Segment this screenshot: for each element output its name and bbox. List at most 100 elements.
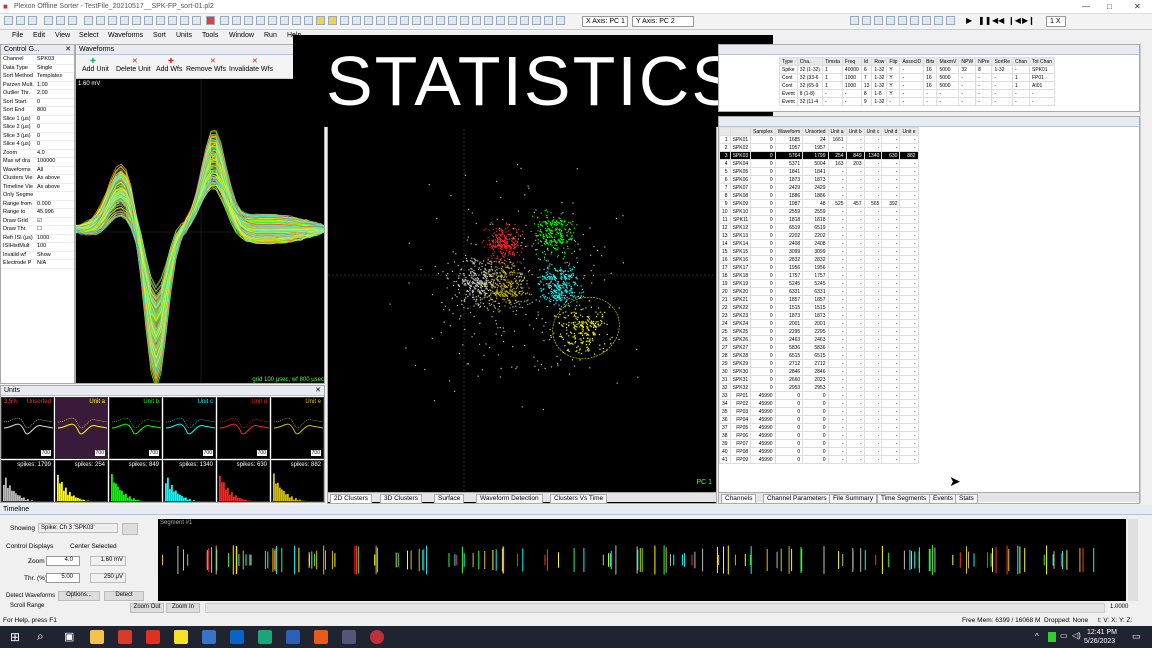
column-header[interactable]: Chan (1012, 57, 1030, 66)
table-row[interactable]: 12 SPK12 0 6519 6519- - - - - (719, 223, 919, 232)
tool-icon[interactable] (304, 16, 313, 25)
copy-icon[interactable] (56, 16, 65, 25)
tool-icon[interactable] (496, 16, 505, 25)
tool-icon[interactable] (156, 16, 165, 25)
tool-icon[interactable] (508, 16, 517, 25)
app-icon[interactable] (118, 630, 132, 644)
table-row[interactable]: 31 SPK31 0 2660 2023- - - - - (719, 375, 919, 384)
tray-chevron-icon[interactable]: ^ (1035, 632, 1039, 641)
table-row[interactable]: 39 FP07 45990 0 0- - - - - (719, 439, 919, 448)
app-icon[interactable] (342, 630, 356, 644)
column-header[interactable] (729, 127, 752, 136)
unit-waveform-cell[interactable]: Unit a 700 (55, 397, 108, 459)
word-icon[interactable] (286, 630, 300, 644)
table-row[interactable]: 17 SPK17 0 1956 1956- - - - - (719, 263, 919, 272)
tab-waveform-detection[interactable]: Waveform Detection (476, 494, 543, 503)
tool-icon[interactable] (280, 16, 289, 25)
outlook-icon[interactable] (230, 630, 244, 644)
nav-icon[interactable] (886, 16, 895, 25)
waveform-plot[interactable]: 1.60 mV grid 100 μsec, wf 800 μsec (76, 79, 324, 383)
control-grid-row[interactable]: Max wf dra 100000 (1, 158, 74, 167)
table-row[interactable]: Event 32 (11-4- -9 1-32- - - - - - - - - (779, 97, 1056, 106)
unit-isi-histogram[interactable]: spikes: 849 (109, 460, 162, 502)
table-row[interactable]: 26 SPK26 0 2463 2463- - - - - (719, 335, 919, 344)
table-row[interactable]: 5 SPK05 0 1841 1841- - - - - (719, 167, 919, 176)
table-row[interactable]: 14 SPK14 0 2408 2408- - - - - (719, 239, 919, 248)
rewind-icon[interactable]: ◀◀ (992, 16, 1004, 25)
tool-icon[interactable] (388, 16, 397, 25)
remove-wfs-icon[interactable]: ✕ (210, 57, 216, 65)
table-row[interactable]: 3 SPK03 0 5764 1799 254 849 1340 630 882 (719, 151, 919, 160)
tool-icon[interactable] (168, 16, 177, 25)
control-grid-row[interactable]: Zoom 4.0 (1, 150, 74, 158)
control-grid-value[interactable]: 0.000 (37, 201, 51, 207)
tab-channels[interactable]: Channels (721, 494, 757, 503)
control-grid-row[interactable]: Draw Thr. ☐ (1, 226, 74, 235)
tool-icon[interactable] (544, 16, 553, 25)
tab-clusters-vs-time[interactable]: Clusters Vs Time (550, 494, 608, 503)
folder-icon[interactable] (316, 16, 325, 25)
column-header[interactable]: AssocID (899, 57, 925, 66)
unit-count-field[interactable]: 700 (202, 450, 213, 456)
open-icon[interactable] (16, 16, 25, 25)
table-row[interactable]: 41 FP09 45990 0 0- - - - - (719, 455, 919, 464)
menu-file[interactable]: File (12, 32, 23, 39)
file-explorer-icon[interactable] (90, 630, 104, 644)
tab-stats[interactable]: Stats (955, 494, 978, 503)
unit-count-field[interactable]: 700 (94, 450, 105, 456)
control-grid-value[interactable]: As above (37, 184, 60, 190)
control-grid-row[interactable]: Slice 1 (μs) 0 (1, 116, 74, 124)
unit-isi-histogram[interactable]: spikes: 1799 (1, 460, 54, 502)
control-grid-value[interactable]: 100000 (37, 158, 55, 164)
column-header[interactable]: Flip (886, 57, 901, 66)
tool-icon[interactable] (220, 16, 229, 25)
step-forward-icon[interactable]: ▶❙ (1022, 16, 1035, 25)
control-grid-value[interactable]: Show (37, 252, 51, 258)
tab-events[interactable]: Events (929, 494, 957, 503)
control-grid-value[interactable]: 0 (37, 124, 40, 130)
menu-units[interactable]: Units (176, 32, 192, 39)
column-header[interactable]: MaxmV (936, 57, 960, 66)
unit-count-field[interactable]: 700 (256, 450, 267, 456)
column-header[interactable]: Cha.. (796, 57, 824, 66)
table-row[interactable]: 29 SPK29 0 2712 2712- - - - - (719, 359, 919, 368)
control-grid-value[interactable]: N/A (37, 260, 46, 266)
tool-icon[interactable] (132, 16, 141, 25)
tool-icon[interactable] (268, 16, 277, 25)
nav-icon[interactable] (874, 16, 883, 25)
control-grid-row[interactable]: Range from 0.000 (1, 201, 74, 209)
nav-icon[interactable] (946, 16, 955, 25)
table-row[interactable]: 11 SPK11 0 1818 1818- - - - - (719, 215, 919, 224)
control-grid-row[interactable]: Outlier Thr. 2.00 (1, 90, 74, 99)
column-header[interactable]: NPre (975, 57, 993, 66)
control-grid-value[interactable]: SPK03 (37, 56, 54, 62)
add-unit-icon[interactable]: ✚ (90, 57, 96, 65)
table-row[interactable]: 30 SPK30 0 2846 2846- - - - - (719, 367, 919, 376)
edge-icon[interactable] (258, 630, 272, 644)
tool-icon[interactable] (232, 16, 241, 25)
notifications-icon[interactable]: ▭ (1132, 631, 1141, 642)
battery-icon[interactable]: ▭ (1060, 631, 1068, 640)
menu-run[interactable]: Run (264, 32, 277, 39)
table-row[interactable]: 19 SPK19 0 5245 5245- - - - - (719, 279, 919, 288)
menu-select[interactable]: Select (79, 32, 98, 39)
showing-field[interactable]: Spike: Ch 3 'SPK03' (38, 523, 118, 533)
tool-icon[interactable] (84, 16, 93, 25)
minimize-icon[interactable]: — (1082, 2, 1090, 11)
tab-surface[interactable]: Surface (434, 494, 465, 503)
folder-icon[interactable] (328, 16, 337, 25)
nav-icon[interactable] (922, 16, 931, 25)
menu-sort[interactable]: Sort (153, 32, 166, 39)
control-grid-value[interactable]: 100 (37, 243, 46, 249)
column-header[interactable]: NPW (958, 57, 977, 66)
windows-start-icon[interactable]: ⊞ (10, 630, 20, 644)
control-grid-row[interactable]: Slice 2 (μs) 0 (1, 124, 74, 133)
tool-icon[interactable] (144, 16, 153, 25)
control-grid-row[interactable]: Sort End 800 (1, 107, 74, 116)
firefox-icon[interactable] (314, 630, 328, 644)
tab-time-segments[interactable]: Time Segments (877, 494, 931, 503)
nav-back-icon[interactable] (850, 16, 859, 25)
tool-icon[interactable] (120, 16, 129, 25)
table-row[interactable]: Cont 32 (33-6 1 1000 7 1-32 Y -16 5000- - -1 FP01 (779, 73, 1056, 82)
column-header[interactable]: Unit d (881, 127, 901, 136)
